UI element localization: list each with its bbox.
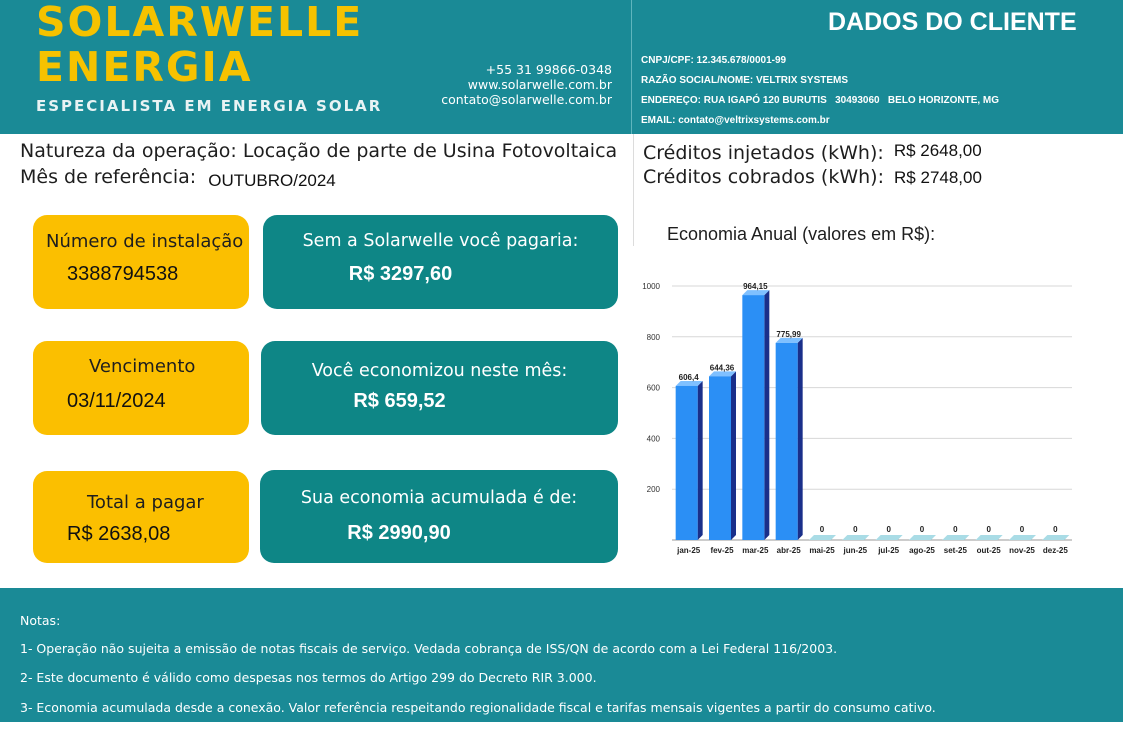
x-tick-label: jul-25: [877, 546, 899, 555]
bar-side: [764, 290, 770, 540]
client-cnpj: CNPJ/CPF: 12.345.678/0001-99: [641, 55, 787, 66]
x-tick-label: dez-25: [1043, 546, 1068, 555]
bar-value-label: 0: [853, 525, 858, 534]
due-date-value: 03/11/2024: [67, 390, 166, 412]
monthly-savings-card: Você economizou neste mês: R$ 659,52: [261, 341, 618, 435]
note-3: 3- Economia acumulada desde a conexão. V…: [20, 700, 936, 715]
chart-title: Economia Anual (valores em R$):: [667, 224, 936, 244]
x-tick-label: set-25: [944, 546, 968, 555]
x-tick-label: jun-25: [843, 546, 868, 555]
reference-month-value: OUTUBRO/2024: [208, 171, 336, 190]
charged-credits-value: R$ 2748,00: [894, 168, 982, 187]
client-info: CNPJ/CPF: 12.345.678/0001-99 RAZÃO SOCIA…: [641, 51, 999, 131]
annual-savings-chart: 200 400 600 800 1000 606,4 jan-25 644,36 fev-25 9…: [642, 282, 1072, 555]
bar-value-label: 0: [886, 525, 891, 534]
x-tick-label: fev-25: [710, 546, 734, 555]
x-tick-label: jan-25: [676, 546, 701, 555]
y-tick-label: 800: [647, 333, 661, 342]
brand-phone: +55 31 99866-0348: [485, 62, 612, 77]
bar: [909, 535, 936, 540]
reference-month-row: Mês de referência: OUTUBRO/2024: [20, 166, 336, 190]
accumulated-savings-label: Sua economia acumulada é de:: [300, 488, 578, 508]
bar: [875, 535, 903, 540]
bar: [742, 295, 765, 540]
due-date-card: Vencimento 03/11/2024: [33, 341, 249, 435]
x-tick-label: ago-25: [909, 546, 935, 555]
brand-name-line2: ENERGIA: [36, 43, 253, 91]
bar-value-label: 644,36: [710, 363, 735, 372]
total-due-label: Total a pagar: [87, 492, 204, 513]
injected-credits-row: Créditos injetados (kWh): R$ 2648,00: [643, 141, 982, 164]
without-solarwelle-card: Sem a Solarwelle você pagaria: R$ 3297,6…: [263, 215, 618, 309]
x-tick-label: mai-25: [809, 546, 835, 555]
y-tick-label: 600: [647, 384, 661, 393]
injected-credits-label: Créditos injetados (kWh):: [643, 142, 884, 164]
section-divider: [633, 134, 634, 246]
bar-value-label: 0: [986, 525, 991, 534]
y-tick-label: 400: [647, 434, 661, 443]
bar-value-label: 0: [1020, 525, 1025, 534]
notes-title: Notas:: [20, 613, 61, 628]
bar: [842, 535, 870, 540]
injected-credits-value: R$ 2648,00: [893, 141, 982, 160]
header-divider: [631, 0, 632, 134]
bar-value-label: 775,99: [776, 330, 801, 339]
bar-value-label: 0: [820, 525, 825, 534]
client-address: ENDEREÇO: RUA IGAPÓ 120 BURUTIS 30493060…: [641, 95, 1000, 106]
bar-value-label: 0: [1053, 525, 1058, 534]
bar: [1009, 535, 1036, 540]
brand-contact: +55 31 99866-0348 www.solarwelle.com.br …: [441, 62, 612, 107]
accumulated-savings-value: R$ 2990,90: [347, 522, 451, 544]
bar: [1042, 535, 1070, 540]
brand-name-line1: SOLARWELLE: [36, 0, 364, 46]
notes-footer: Notas: 1- Operação não sujeita a emissão…: [0, 588, 1123, 722]
bar-value-label: 0: [920, 525, 925, 534]
bar-value-label: 0: [953, 525, 958, 534]
y-tick-label: 200: [647, 485, 661, 494]
bar: [809, 535, 836, 540]
monthly-savings-value: R$ 659,52: [353, 390, 446, 412]
bar: [942, 535, 970, 540]
client-email: EMAIL: contato@veltrixsystems.com.br: [641, 115, 830, 126]
without-solarwelle-label: Sem a Solarwelle você pagaria:: [302, 231, 579, 251]
bar-value-label: 964,15: [743, 282, 768, 291]
installation-card: Número de instalação 3388794538: [33, 215, 249, 309]
monthly-savings-label: Você economizou neste mês:: [311, 361, 568, 381]
client-section-title: DADOS DO CLIENTE: [828, 8, 1077, 36]
reference-month-label: Mês de referência:: [20, 166, 197, 188]
bar: [709, 376, 731, 540]
due-date-label: Vencimento: [89, 356, 196, 377]
installation-label: Número de instalação: [46, 231, 244, 252]
total-due-value: R$ 2638,08: [67, 523, 171, 545]
y-tick-label: 1000: [642, 282, 660, 291]
client-name: RAZÃO SOCIAL/NOME: VELTRIX SYSTEMS: [641, 75, 849, 86]
bar-value-label: 606,4: [679, 373, 700, 382]
brand-tagline: ESPECIALISTA EM ENERGIA SOLAR: [36, 97, 383, 115]
x-tick-label: abr-25: [777, 546, 802, 555]
bar: [675, 385, 698, 540]
x-tick-label: nov-25: [1009, 546, 1035, 555]
total-due-card: Total a pagar R$ 2638,08: [33, 471, 249, 563]
header-banner: SOLARWELLE ENERGIA ESPECIALISTA EM ENERG…: [0, 0, 1123, 134]
without-solarwelle-value: R$ 3297,60: [348, 263, 453, 285]
bar: [775, 342, 798, 540]
operation-nature: Natureza da operação: Locação de parte d…: [20, 140, 618, 162]
brand-website: www.solarwelle.com.br: [467, 77, 612, 92]
bar-side: [697, 380, 703, 540]
brand-email: contato@solarwelle.com.br: [441, 92, 612, 107]
x-tick-label: out-25: [977, 546, 1002, 555]
charged-credits-label: Créditos cobrados (kWh):: [643, 166, 884, 188]
x-tick-label: mar-25: [742, 546, 769, 555]
note-2: 2- Este documento é válido como despesas…: [20, 670, 597, 685]
note-1: 1- Operação não sujeita a emissão de not…: [20, 641, 838, 656]
bar: [975, 535, 1003, 540]
bar-side: [731, 371, 736, 540]
installation-value: 3388794538: [67, 263, 179, 285]
charged-credits-row: Créditos cobrados (kWh): R$ 2748,00: [643, 166, 982, 188]
accumulated-savings-card: Sua economia acumulada é de: R$ 2990,90: [260, 470, 618, 563]
bar-side: [797, 337, 803, 540]
